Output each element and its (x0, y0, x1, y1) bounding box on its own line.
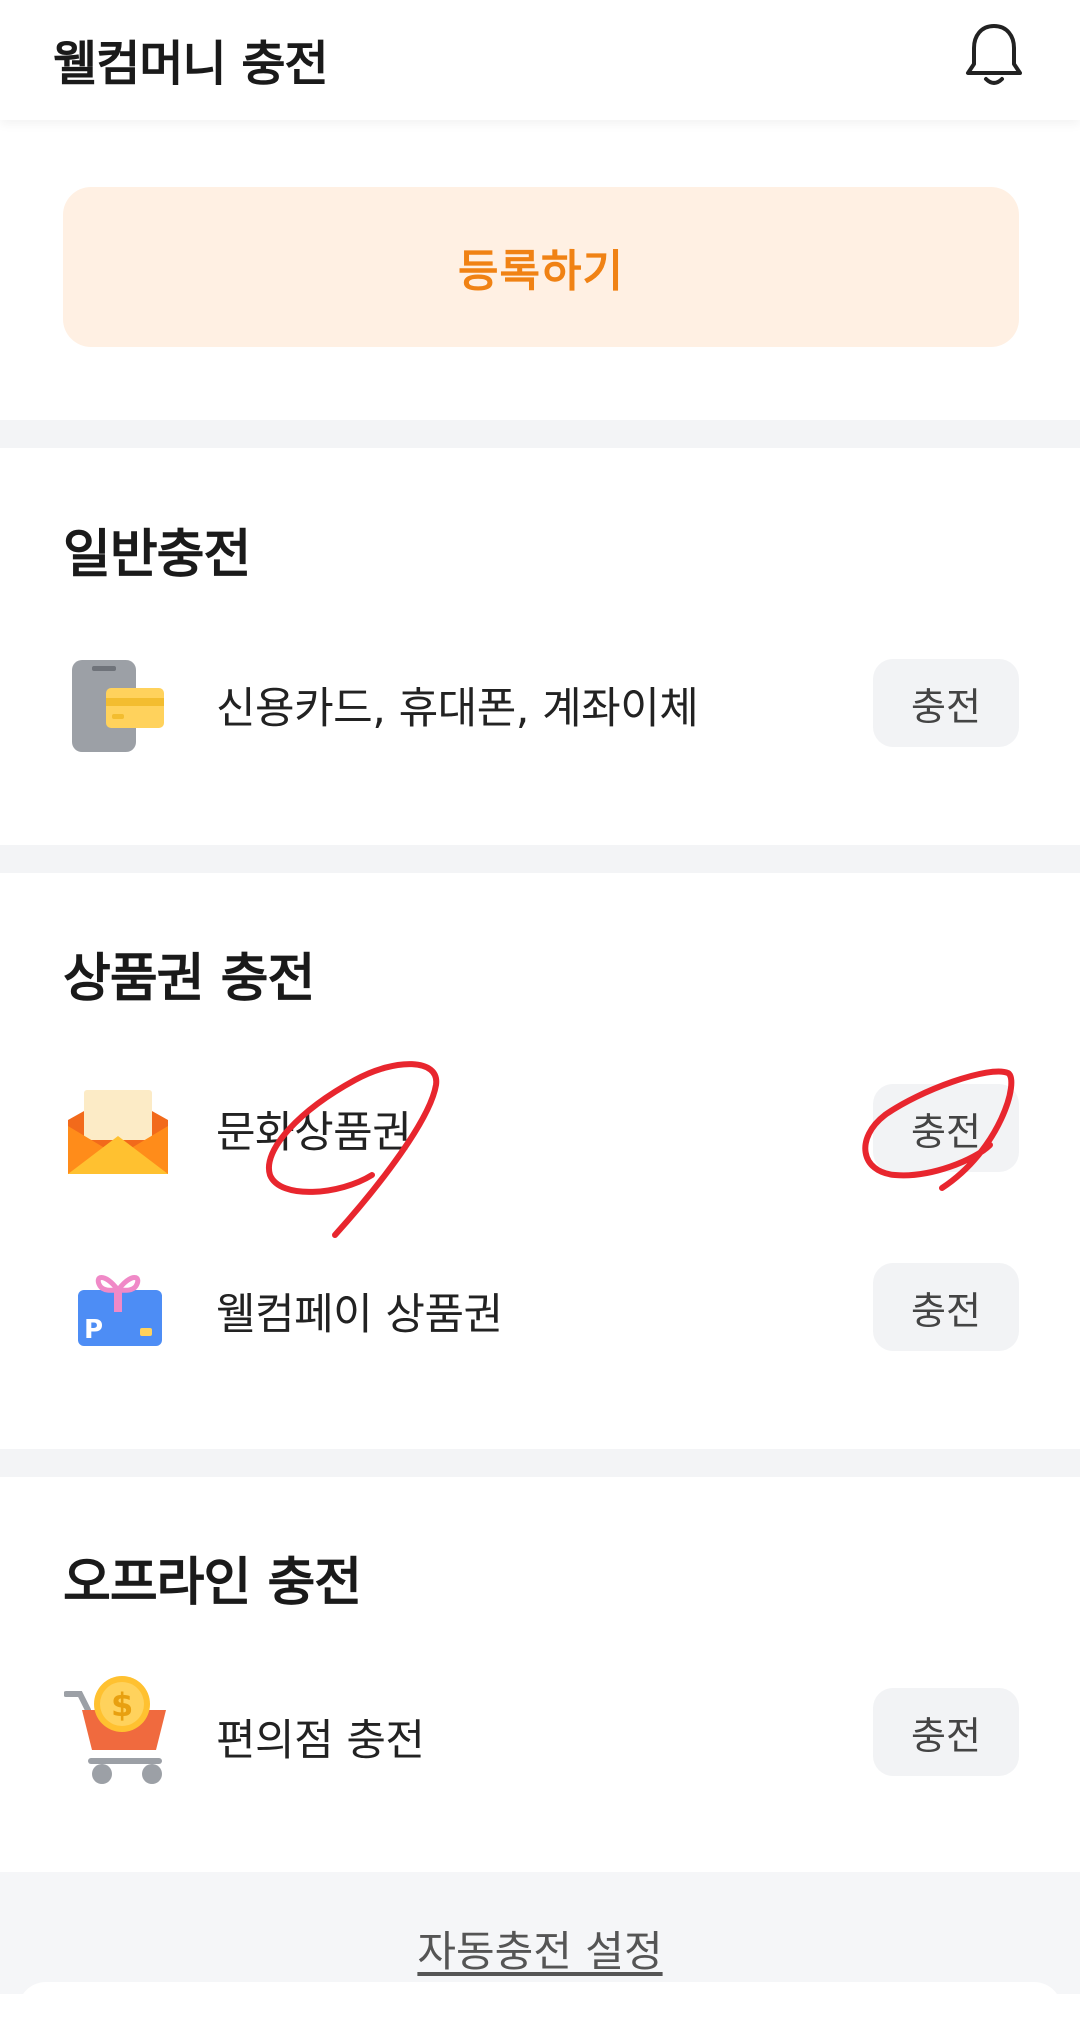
svg-text:$: $ (111, 1686, 133, 1724)
svg-text:P: P (84, 1315, 103, 1345)
culture-voucher-label: 문화상품권 (216, 1108, 412, 1158)
register-button[interactable]: 등록하기 (63, 187, 1019, 347)
shopping-cart-coin-icon: $ (64, 1676, 166, 1784)
section-divider (0, 420, 1080, 448)
general-charge-label: 신용카드, 휴대폰, 계좌이체 (216, 684, 699, 734)
card-phone-icon (72, 660, 164, 752)
section-title-offline: 오프라인 충전 (63, 1553, 362, 1613)
page-title: 웰컴머니 충전 (53, 36, 329, 92)
charge-button-welcomepay-voucher[interactable]: 충전 (873, 1263, 1019, 1351)
section-title-general: 일반충전 (63, 525, 251, 585)
bell-icon[interactable] (962, 20, 1026, 90)
app-header: 웰컴머니 충전 (0, 0, 1080, 120)
gift-card-icon: P (78, 1275, 162, 1346)
bottom-sheet-edge (18, 1982, 1062, 2022)
envelope-icon (68, 1090, 168, 1174)
charge-button-culture-voucher[interactable]: 충전 (873, 1084, 1019, 1172)
section-title-voucher: 상품권 충전 (63, 949, 315, 1009)
auto-charge-settings-link[interactable]: 자동충전 설정 (0, 1918, 1080, 1979)
charge-button-general[interactable]: 충전 (873, 659, 1019, 747)
section-divider (0, 1449, 1080, 1477)
charge-button-convenience-store[interactable]: 충전 (873, 1688, 1019, 1776)
convenience-store-label: 편의점 충전 (216, 1716, 425, 1766)
welcomepay-voucher-label: 웰컴페이 상품권 (216, 1290, 503, 1340)
section-divider (0, 845, 1080, 873)
